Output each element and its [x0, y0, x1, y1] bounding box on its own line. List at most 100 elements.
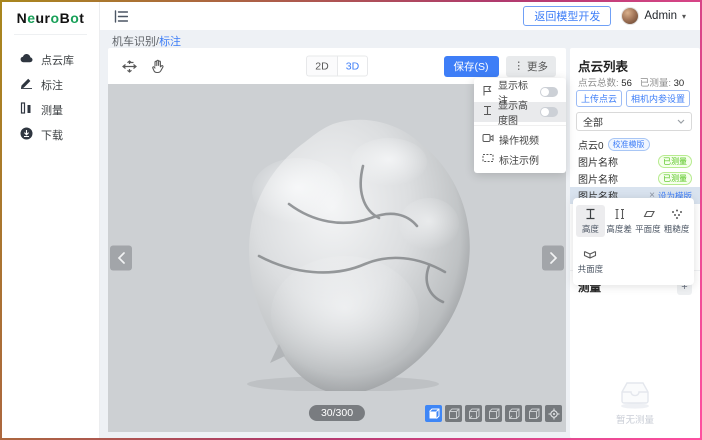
more-dropdown-menu: 显示标注 显示高度图 操作视频 标注示例: [474, 78, 566, 173]
user-menu[interactable]: Admin ▾: [621, 7, 686, 25]
next-image-button[interactable]: [542, 246, 564, 271]
tool-flatness[interactable]: 平面度: [634, 205, 663, 237]
image-pager: 30/300: [309, 405, 365, 421]
tool-roughness[interactable]: 粗糙度: [662, 205, 691, 237]
list-item-image[interactable]: 图片名称 已测量: [570, 170, 700, 187]
item-name: 点云0: [578, 137, 604, 152]
logo-part: B: [60, 10, 71, 26]
stat-total-value: 56: [621, 78, 632, 89]
filter-value: 全部: [583, 114, 603, 129]
cloud-icon: [20, 53, 33, 66]
logo-gear-letter: o: [70, 10, 79, 26]
flag-icon: [482, 85, 493, 99]
template-badge: 校准模版: [608, 138, 650, 151]
tools-grid: 高度 高度差 平面度 粗糙度 共面度: [576, 205, 691, 277]
sidebar-nav: 点云库 标注 测量 下载: [2, 47, 99, 147]
more-label: 更多: [527, 59, 548, 74]
flatness-tool-icon: [641, 208, 655, 220]
empty-state: 暂无测量: [570, 378, 700, 426]
tool-height[interactable]: 高度: [576, 205, 605, 237]
measure-tools-popup: 高度 高度差 平面度 粗糙度 共面度: [573, 198, 694, 285]
show-annotation-toggle[interactable]: [540, 87, 558, 97]
menu-item-annotation-example[interactable]: 标注示例: [474, 149, 566, 169]
view-orientation-bar: [425, 405, 562, 422]
coplanarity-tool-icon: [583, 248, 597, 260]
view-reset-center-button[interactable]: [545, 405, 562, 422]
camera-params-button[interactable]: 相机内参设置: [626, 90, 690, 107]
logo-part: t: [79, 10, 84, 26]
sidebar-item-download[interactable]: 下载: [2, 122, 99, 147]
save-button[interactable]: 保存(S): [444, 56, 499, 77]
sidebar: NeuroBot 点云库 标注 测量: [2, 2, 100, 438]
collapse-menu-icon[interactable]: [114, 10, 128, 23]
sidebar-divider: [14, 34, 87, 35]
app-root: NeuroBot 点云库 标注 测量: [2, 2, 700, 438]
upload-pointcloud-button[interactable]: 上传点云: [576, 90, 622, 107]
hand-grab-icon[interactable]: [146, 55, 168, 77]
empty-state-text: 暂无测量: [616, 412, 654, 426]
logo-gear-letter: o: [51, 10, 60, 26]
roughness-tool-icon: [670, 208, 683, 220]
stat-measured-label: 已测量:: [640, 78, 671, 89]
view-cube-left-button[interactable]: [465, 405, 482, 422]
menu-item-label: 显示高度图: [498, 97, 535, 127]
tool-label: 粗糙度: [664, 223, 690, 235]
menu-item-label: 操作视频: [499, 132, 539, 147]
show-heightmap-toggle[interactable]: [540, 107, 558, 117]
username: Admin: [644, 10, 677, 22]
list-item-image[interactable]: 图片名称 已测量: [570, 153, 700, 170]
view-cube-bottom-button[interactable]: [525, 405, 542, 422]
view-cube-front-button[interactable]: [425, 405, 442, 422]
logo-part: ur: [36, 10, 51, 26]
tool-label: 共面度: [578, 263, 604, 275]
logo-part: N: [17, 10, 28, 26]
sidebar-item-label: 标注: [41, 77, 63, 93]
pointcloud-panel: 点云列表 点云总数: 56 已测量: 30 上传点云 相机内参设置 全部 点云0…: [570, 48, 700, 438]
panel-title: 点云列表: [578, 56, 628, 75]
tooth-3d-model: [193, 106, 483, 391]
filter-select[interactable]: 全部: [576, 112, 692, 131]
panel-buttons: 上传点云 相机内参设置: [576, 90, 696, 107]
canvas-toolbar-right: 保存(S) ⋮ 更多: [444, 56, 557, 77]
view-cube-top-button[interactable]: [505, 405, 522, 422]
menu-item-show-heightmap[interactable]: 显示高度图: [474, 102, 566, 122]
sidebar-item-annotate[interactable]: 标注: [2, 72, 99, 97]
height-diff-tool-icon: [613, 208, 626, 220]
tool-label: 平面度: [635, 223, 661, 235]
menu-item-tutorial-video[interactable]: 操作视频: [474, 129, 566, 149]
measured-badge: 已测量: [658, 155, 692, 168]
avatar: [621, 7, 639, 25]
pen-icon: [20, 77, 33, 92]
back-to-model-dev-button[interactable]: 返回模型开发: [523, 6, 611, 26]
pan-move-icon[interactable]: [118, 55, 140, 77]
dashed-frame-icon: [482, 153, 494, 166]
height-gauge-icon: [482, 105, 493, 119]
tool-coplanarity[interactable]: 共面度: [576, 245, 605, 277]
view-cube-back-button[interactable]: [445, 405, 462, 422]
sidebar-item-label: 测量: [41, 102, 63, 118]
stat-total-label: 点云总数:: [578, 78, 619, 89]
topbar-right: 返回模型开发 Admin ▾: [523, 6, 686, 26]
logo-gear-letter: e: [27, 10, 35, 26]
breadcrumb: 机车识别/标注: [112, 33, 181, 49]
height-tool-icon: [584, 208, 597, 220]
tool-label: 高度: [582, 223, 599, 235]
empty-box-icon: [615, 378, 655, 410]
view-mode-switch: 2D 3D: [306, 56, 368, 77]
tool-height-diff[interactable]: 高度差: [605, 205, 634, 237]
more-button[interactable]: ⋮ 更多: [506, 56, 557, 77]
breadcrumb-current: 标注: [159, 36, 181, 48]
stat-measured-value: 30: [674, 78, 685, 89]
view-cube-right-button[interactable]: [485, 405, 502, 422]
sidebar-item-label: 下载: [41, 127, 63, 143]
panel-stats: 点云总数: 56 已测量: 30: [578, 75, 696, 89]
sidebar-item-measure[interactable]: 测量: [2, 97, 99, 122]
prev-image-button[interactable]: [110, 246, 132, 271]
list-item-pointcloud0[interactable]: 点云0 校准模版: [570, 136, 700, 153]
sidebar-item-pointcloud-library[interactable]: 点云库: [2, 47, 99, 72]
measured-badge: 已测量: [658, 172, 692, 185]
sidebar-item-label: 点云库: [41, 52, 74, 68]
view-3d-button[interactable]: 3D: [337, 56, 368, 77]
view-2d-button[interactable]: 2D: [306, 56, 337, 77]
breadcrumb-parent[interactable]: 机车识别: [112, 36, 156, 48]
